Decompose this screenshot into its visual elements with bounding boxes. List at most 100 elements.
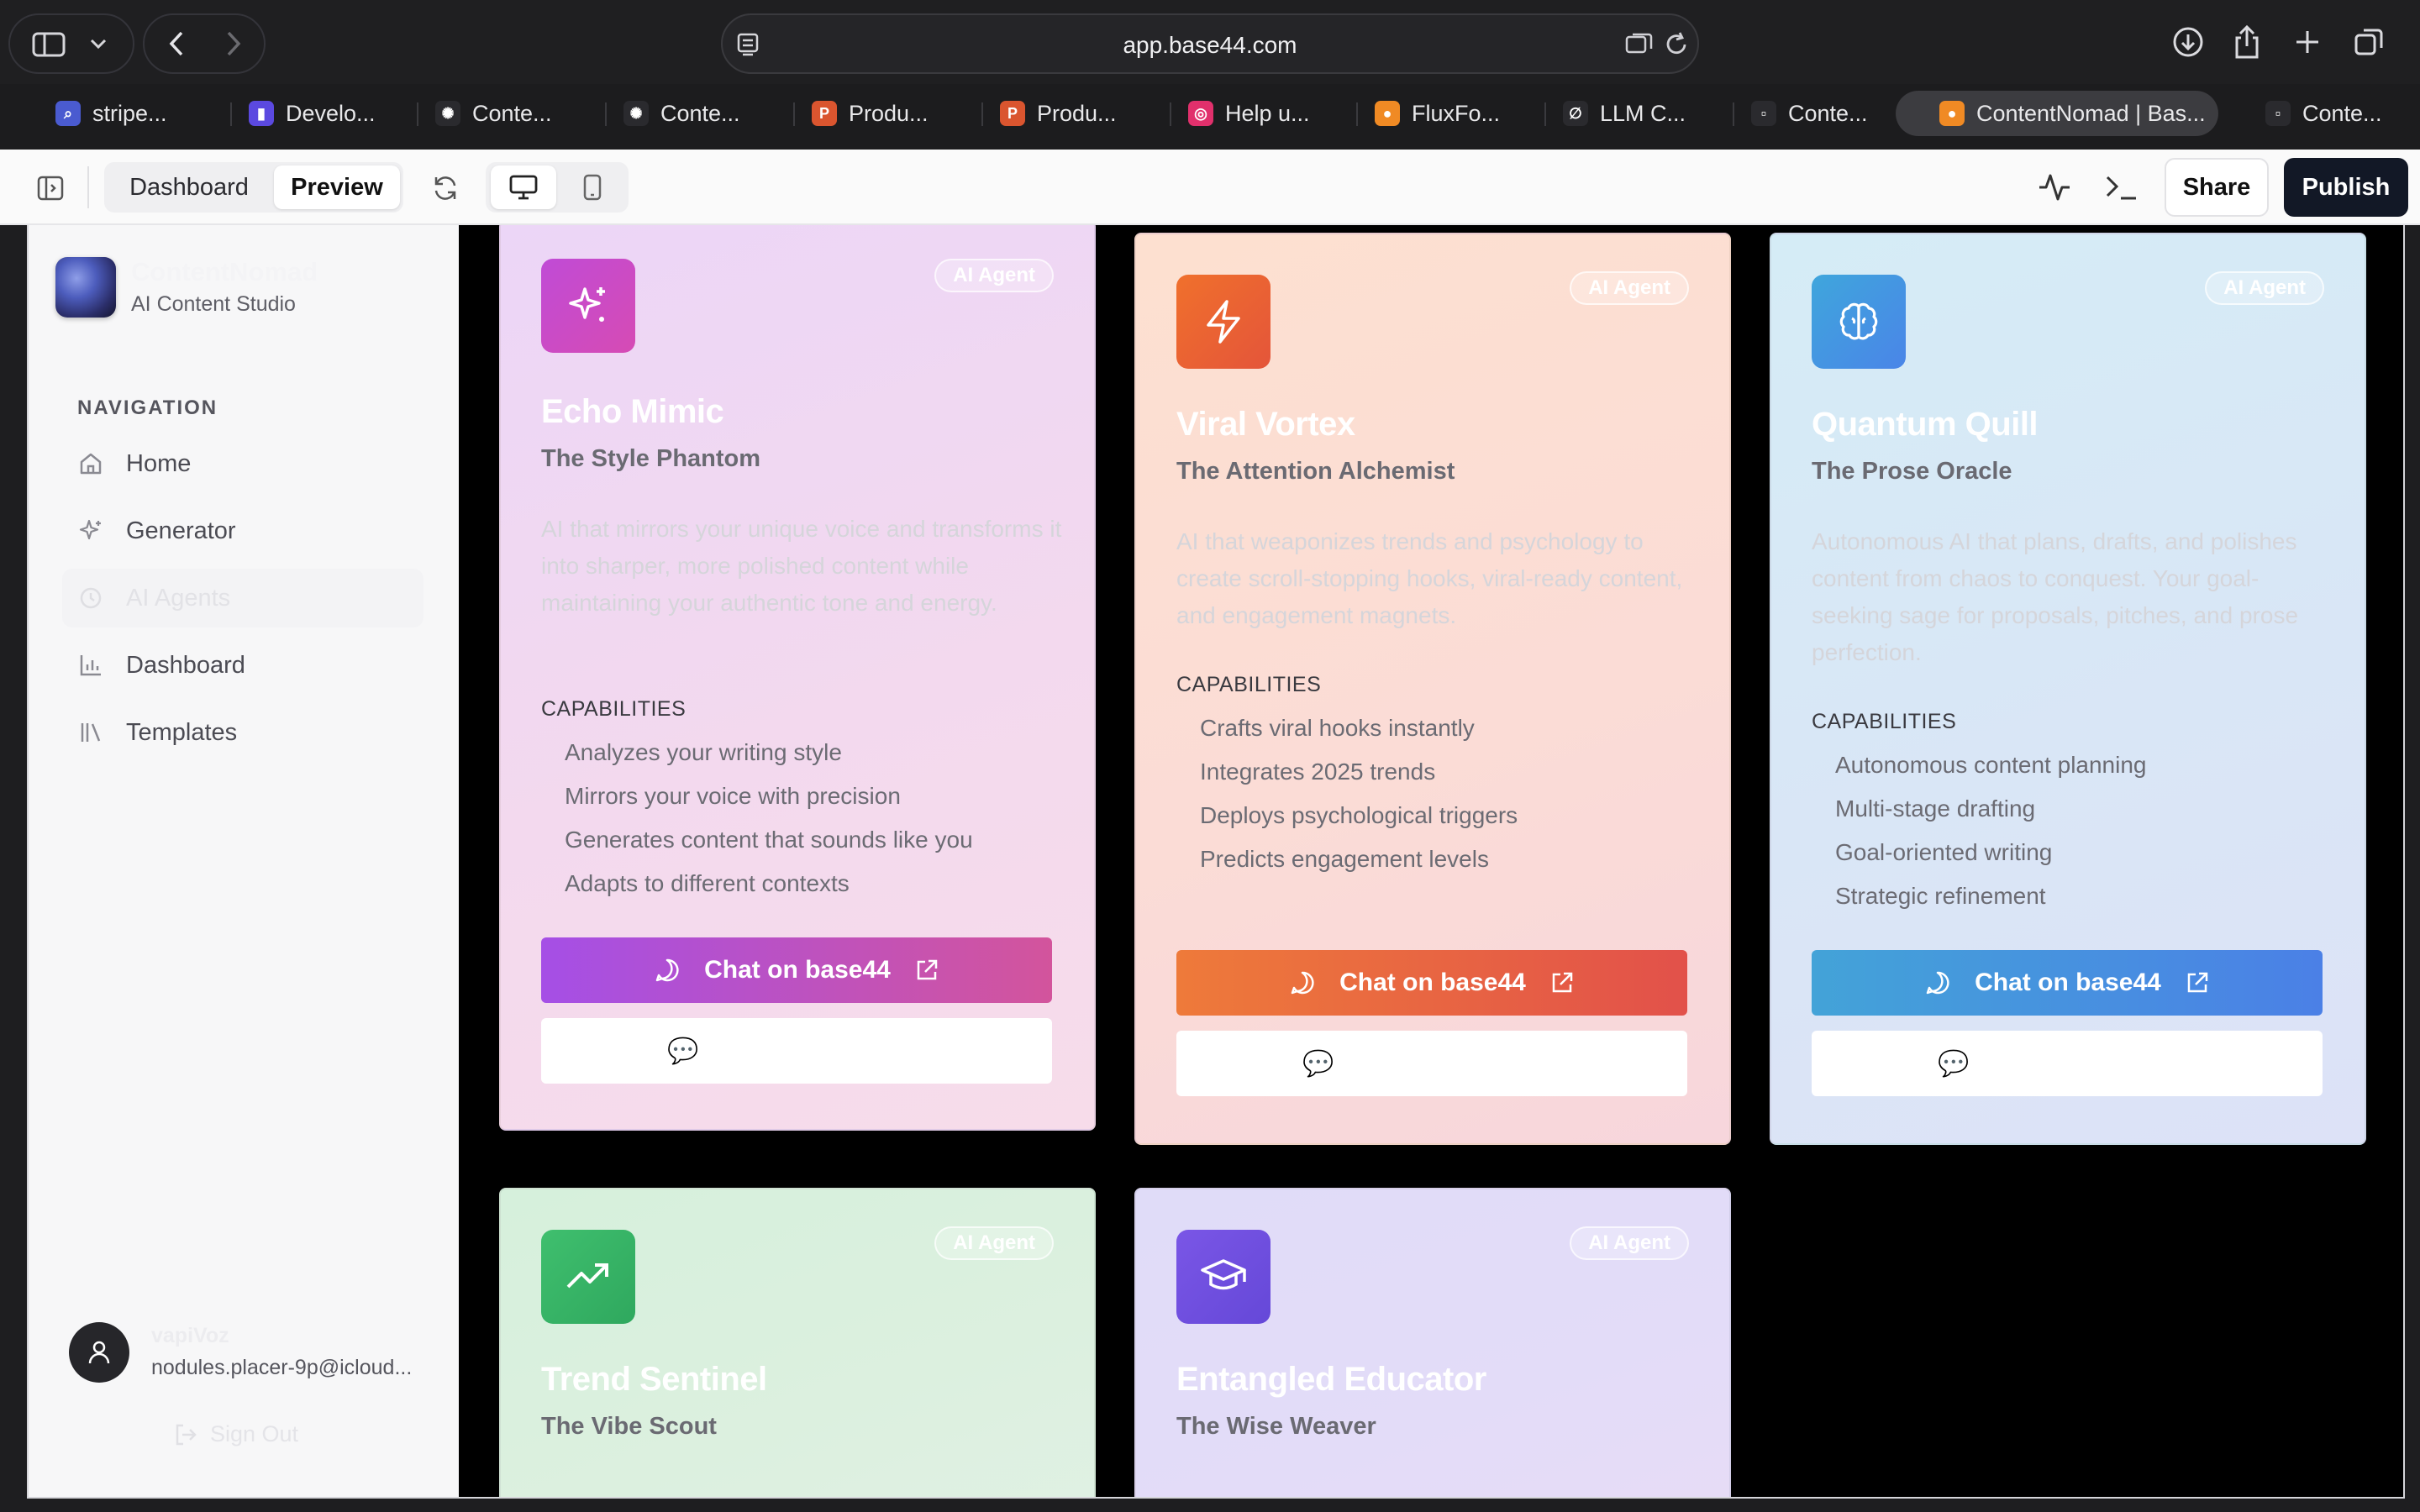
message-circle-icon	[1924, 969, 1951, 996]
browser-tab-label: Produ...	[1037, 100, 1117, 126]
message-circle-icon	[1289, 969, 1316, 996]
browser-tab[interactable]: ⌕ stripe...	[55, 91, 182, 136]
card-title: Trend Sentinel	[541, 1361, 767, 1398]
publish-button[interactable]: Publish	[2284, 158, 2408, 217]
secondary-chat-button[interactable]: 💬	[541, 1018, 1052, 1084]
llm-icon: ∅	[1563, 101, 1588, 126]
tab-preview[interactable]: Preview	[274, 165, 400, 209]
analytics-button[interactable]	[2035, 168, 2074, 207]
browser-tab[interactable]: ◎ Help u...	[1188, 91, 1323, 136]
browser-tab[interactable]: ● ContentNomad | Bas...	[1896, 91, 2218, 136]
message-circle-icon	[654, 957, 681, 984]
browser-tab-label: FluxFo...	[1412, 100, 1501, 126]
capability-item: Autonomous content planning	[1835, 752, 2147, 778]
downloads-button[interactable]	[2170, 24, 2207, 60]
openai-icon: ✺	[435, 101, 460, 126]
agent-card-trend-sentinel: AI Agent Trend Sentinel The Vibe Scout	[499, 1188, 1096, 1497]
chat-on-base44-button[interactable]: Chat on base44	[1812, 950, 2323, 1016]
tabs-overview-button[interactable]	[2351, 24, 2388, 60]
browser-tab[interactable]: ▫ Conte...	[1751, 91, 1877, 136]
chat-on-base44-button[interactable]: Chat on base44	[541, 937, 1052, 1003]
browser-tab[interactable]: P Produ...	[812, 91, 938, 136]
toolbar-divider	[87, 166, 89, 208]
tab-dashboard[interactable]: Dashboard	[113, 165, 266, 209]
browser-tab[interactable]: ✺ Conte...	[435, 91, 570, 136]
graduation-cap-icon	[1176, 1230, 1270, 1324]
bar-chart-icon	[74, 653, 108, 678]
sidebar-item-ai-agents[interactable]: AI Agents	[62, 569, 424, 627]
tab-overview-icon[interactable]	[1625, 32, 1654, 57]
secondary-chat-button[interactable]: 💬	[1176, 1031, 1687, 1096]
brand-subtitle: AI Content Studio	[131, 292, 296, 316]
console-button[interactable]	[2102, 168, 2141, 207]
secondary-chat-button[interactable]: 💬	[1812, 1031, 2323, 1096]
tab-separator	[981, 102, 983, 126]
sidebar-item-generator[interactable]: Generator	[62, 501, 424, 560]
back-button[interactable]	[156, 24, 197, 64]
dev-icon: ▮	[249, 101, 274, 126]
speech-bubble-icon: 💬	[667, 1037, 699, 1065]
brand-name: ContentNomad	[131, 257, 318, 286]
sidebar-item-dashboard[interactable]: Dashboard	[62, 636, 424, 695]
toggle-panel-button[interactable]	[32, 171, 69, 205]
mobile-view-button[interactable]	[561, 165, 623, 209]
capability-item: Analyzes your writing style	[565, 739, 842, 765]
forward-button[interactable]	[213, 24, 254, 64]
new-tab-button[interactable]	[2291, 25, 2324, 59]
browser-tab[interactable]: ● FluxFo...	[1375, 91, 1509, 136]
address-bar[interactable]: app.base44.com	[721, 13, 1699, 74]
card-subtitle: The Vibe Scout	[541, 1413, 717, 1440]
reload-icon[interactable]	[1662, 30, 1691, 59]
share-browser-button[interactable]	[2228, 22, 2265, 62]
browser-tab-label: ContentNomad | Bas...	[1976, 100, 2206, 126]
plus-icon	[2296, 31, 2318, 53]
card-description: Autonomous AI that plans, drafts, and po…	[1812, 528, 2299, 665]
browser-tab[interactable]: P Produ...	[1000, 91, 1126, 136]
brand-logo	[55, 257, 116, 318]
smartphone-icon	[583, 174, 602, 201]
browser-tab[interactable]: ∅ LLM C...	[1563, 91, 1697, 136]
desktop-view-button[interactable]	[491, 165, 556, 209]
capability-item: Generates content that sounds like you	[565, 827, 973, 853]
browser-tab-label: Conte...	[660, 100, 740, 126]
brain-icon	[1812, 275, 1906, 369]
sidebar-toggle-button[interactable]	[0, 13, 143, 74]
sidebar-item-templates[interactable]: Templates	[62, 703, 424, 762]
sidebar-item-label: AI Agents	[126, 584, 231, 612]
card-title: Quantum Quill	[1812, 406, 2039, 443]
card-subtitle: The Style Phantom	[541, 445, 761, 472]
status-badge: AI Agent	[2205, 271, 2324, 305]
capability-item: Integrates 2025 trends	[1200, 759, 1436, 785]
capability-item: Goal-oriented writing	[1835, 839, 2053, 865]
capability-item: Mirrors your voice with precision	[565, 783, 901, 809]
card-title: Entangled Educator	[1176, 1361, 1486, 1398]
card-title: Echo Mimic	[541, 393, 724, 430]
status-badge: AI Agent	[1570, 271, 1689, 305]
sparkle-icon	[74, 518, 108, 543]
chat-on-base44-button[interactable]: Chat on base44	[1176, 950, 1687, 1016]
refresh-preview-button[interactable]	[427, 170, 464, 207]
sidebar-item-home[interactable]: Home	[62, 434, 424, 493]
log-out-icon	[173, 1422, 198, 1447]
capability-item: Crafts viral hooks instantly	[1200, 715, 1475, 741]
browser-tab[interactable]: ▮ Develo...	[249, 91, 392, 136]
share-button[interactable]: Share	[2165, 158, 2269, 217]
sign-out-button[interactable]: Sign Out	[173, 1421, 298, 1447]
capabilities-heading: CAPABILITIES	[541, 697, 687, 721]
nav-heading: NAVIGATION	[77, 396, 218, 419]
terminal-icon	[2106, 176, 2136, 200]
agent-card-echo-mimic: AI Agent Echo Mimic The Style Phantom AI…	[499, 225, 1096, 1131]
browser-tab[interactable]: ✺ Conte...	[623, 91, 758, 136]
avatar[interactable]	[69, 1322, 129, 1383]
browser-tab-label: Conte...	[1788, 100, 1868, 126]
agent-card-entangled-educator: AI Agent Entangled Educator The Wise Wea…	[1134, 1188, 1731, 1497]
refresh-icon	[434, 176, 456, 200]
card-subtitle: The Wise Weaver	[1176, 1413, 1376, 1440]
sidebar-item-label: Home	[126, 449, 192, 477]
browser-tab-label: Help u...	[1225, 100, 1310, 126]
status-badge: AI Agent	[934, 1226, 1054, 1260]
external-link-icon	[2185, 970, 2210, 995]
download-icon	[2173, 27, 2203, 57]
speech-bubble-icon: 💬	[1302, 1049, 1334, 1078]
browser-tab[interactable]: ▫ Conte...	[2265, 91, 2400, 136]
